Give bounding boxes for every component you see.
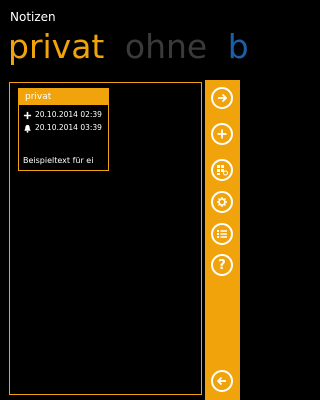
note-preview-text: Beispieltext für ei: [23, 156, 94, 165]
list-icon: [217, 230, 227, 238]
plus-icon: [217, 129, 227, 139]
help-icon: ?: [218, 257, 226, 273]
tile-settings-button[interactable]: [211, 159, 233, 181]
bell-icon: [24, 124, 31, 133]
note-title: privat: [19, 89, 108, 105]
note-tile[interactable]: privat 20.10.2014 02:39 20.10.2014 03:39…: [18, 88, 109, 171]
note-created-date: 20.10.2014 02:39: [35, 110, 102, 119]
arrow-left-icon: [216, 376, 226, 386]
note-created-row: 20.10.2014 02:39: [23, 110, 102, 120]
list-button[interactable]: [211, 223, 233, 245]
back-button[interactable]: [211, 370, 233, 392]
app-title: Notizen: [10, 10, 56, 24]
plus-icon: [23, 111, 32, 119]
add-note-button[interactable]: [211, 123, 233, 145]
pivot-header: privat ohne be: [8, 25, 248, 69]
settings-button[interactable]: [211, 191, 233, 213]
tiles-settings-icon: [217, 165, 228, 176]
pivot-tab-privat[interactable]: privat: [8, 25, 104, 69]
pivot-tab-next[interactable]: be: [228, 25, 248, 69]
arrow-right-icon: [218, 93, 228, 103]
forward-button[interactable]: [211, 87, 233, 109]
gear-icon: [217, 197, 227, 207]
help-button[interactable]: ?: [211, 254, 233, 276]
note-reminder-row: 20.10.2014 03:39: [23, 123, 102, 133]
pivot-tab-ohne[interactable]: ohne: [125, 25, 207, 69]
note-reminder-date: 20.10.2014 03:39: [35, 123, 102, 132]
